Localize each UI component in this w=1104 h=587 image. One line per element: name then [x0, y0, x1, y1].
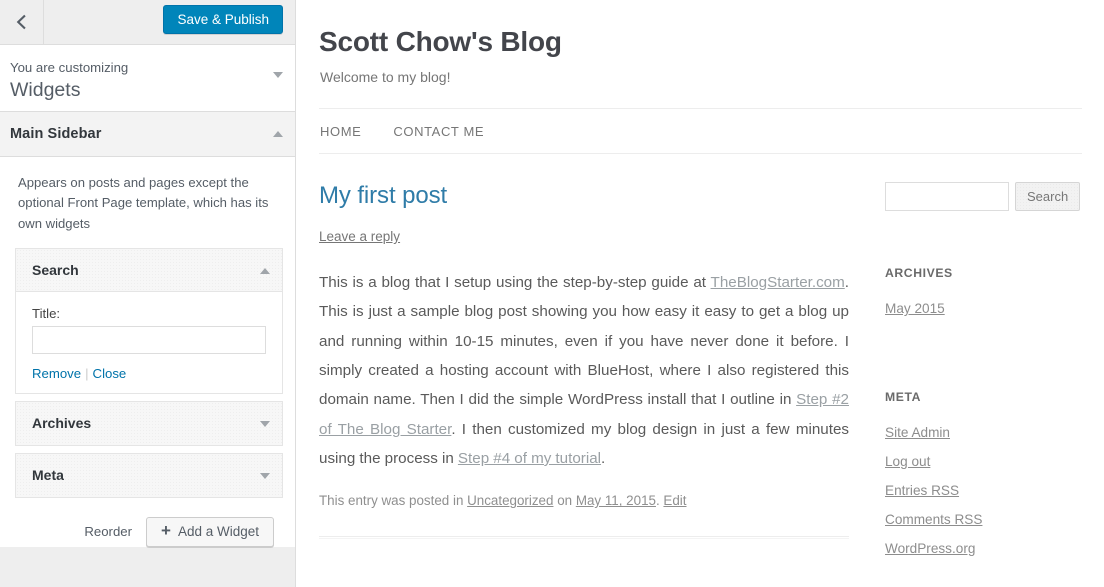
widget-search-body: Title: Remove | Close [16, 291, 282, 393]
customizer-sidebar-inner: Save & Publish You are customizing Widge… [0, 0, 295, 547]
post-text-2: . This is just a sample blog post showin… [319, 274, 849, 409]
link-step-4-of-my-tutorial[interactable]: Step #4 of my tutorial [458, 450, 601, 467]
list-item: Log out [885, 453, 1097, 471]
site-title: Scott Chow's Blog [319, 26, 562, 57]
widget-title: Archives [32, 415, 92, 432]
post-date-link[interactable]: May 11, 2015 [576, 493, 656, 508]
widget-search-header[interactable]: Search [16, 248, 282, 292]
customizer-screen: Save & Publish You are customizing Widge… [0, 0, 1104, 587]
list-item: May 2015 [885, 300, 1097, 318]
widget-title-field-label: Title: [32, 305, 61, 321]
post-divider [319, 536, 849, 540]
search-input[interactable] [885, 182, 1009, 211]
widget-remove-link[interactable]: Remove [32, 366, 81, 381]
site-preview: Scott Chow's Blog Welcome to my blog! HO… [297, 0, 1104, 587]
widget-archives: Archives [15, 400, 283, 446]
widget-actions: Remove | Close [32, 366, 266, 381]
post-meta-mid: on [553, 493, 576, 509]
post-meta-prefix: This entry was posted in [319, 493, 468, 509]
widget-meta: Meta [15, 452, 283, 498]
widget-footer-actions: Reorder + Add a Widget [12, 505, 283, 547]
section-title: Main Sidebar [10, 126, 102, 142]
content-row: My first post Leave a reply This is a bl… [297, 182, 1104, 569]
section-body: Appears on posts and pages except the op… [0, 157, 295, 547]
meta-link-log-out[interactable]: Log out [885, 454, 930, 469]
site-description: Welcome to my blog! [320, 69, 451, 85]
chevron-left-icon[interactable] [0, 0, 44, 44]
post-text-4: . [601, 449, 606, 467]
save-and-publish-button[interactable]: Save & Publish [163, 5, 283, 34]
search-button[interactable]: Search [1015, 182, 1081, 211]
list-item: Site Admin [885, 424, 1097, 442]
meta-list: Site Admin Log out Entries RSS Comments … [885, 424, 1097, 558]
post-meta: This entry was posted in Uncategorized o… [319, 493, 849, 508]
caret-down-icon[interactable] [260, 472, 270, 479]
post-category-link[interactable]: Uncategorized [467, 493, 553, 508]
sidebar-search-widget: Search [885, 182, 1097, 211]
caret-down-icon[interactable] [260, 420, 270, 427]
meta-link-wordpress-org[interactable]: WordPress.org [885, 541, 975, 556]
list-item: Comments RSS [885, 511, 1097, 529]
widget-title: Meta [32, 467, 64, 484]
post-edit-link[interactable]: Edit [663, 493, 686, 508]
link-theblogstarter[interactable]: TheBlogStarter.com [711, 274, 845, 291]
caret-up-icon[interactable] [260, 267, 270, 274]
customizing-preamble: You are customizing [10, 60, 129, 75]
add-a-widget-button[interactable]: + Add a Widget [146, 516, 274, 547]
post-title[interactable]: My first post [319, 182, 849, 210]
add-a-widget-label: Add a Widget [177, 524, 259, 540]
meta-heading: META [885, 390, 922, 404]
list-item: WordPress.org [885, 540, 1097, 558]
widget-close-link[interactable]: Close [93, 366, 127, 381]
widget-title-input[interactable] [32, 325, 266, 354]
widget-title: Search [32, 261, 79, 278]
customizer-title-block: You are customizing Widgets [0, 45, 295, 112]
post-text-1: This is a blog that I setup using the st… [319, 274, 711, 291]
leave-a-reply-link[interactable]: Leave a reply [319, 229, 400, 244]
primary-navigation: HOME CONTACT ME [319, 108, 1082, 154]
section-description: Appears on posts and pages except the op… [18, 175, 269, 231]
nav-item-contact-me[interactable]: CONTACT ME [393, 124, 484, 139]
customizer-sidebar: Save & Publish You are customizing Widge… [0, 0, 296, 587]
meta-link-entries-rss[interactable]: Entries RSS [885, 483, 959, 498]
section-header-main-sidebar[interactable]: Main Sidebar [0, 112, 295, 157]
meta-link-site-admin[interactable]: Site Admin [885, 425, 950, 440]
reorder-link[interactable]: Reorder [84, 524, 132, 539]
post-column: My first post Leave a reply This is a bl… [319, 182, 849, 569]
archives-heading: ARCHIVES [885, 266, 953, 280]
caret-up-icon[interactable] [273, 131, 283, 137]
meta-link-comments-rss[interactable]: Comments RSS [885, 512, 982, 527]
site-header: Scott Chow's Blog Welcome to my blog! [297, 0, 1104, 85]
post-body: This is a blog that I setup using the st… [319, 268, 849, 473]
chevron-down-icon[interactable] [273, 72, 283, 78]
blog-sidebar: Search ARCHIVES May 2015 META Site Admin… [885, 182, 1097, 569]
plus-icon: + [161, 521, 171, 541]
archive-link-may-2015[interactable]: May 2015 [885, 301, 945, 316]
customizer-header: Save & Publish [0, 0, 295, 45]
panel-title: Widgets [10, 79, 81, 102]
list-item: Entries RSS [885, 482, 1097, 500]
archives-list: May 2015 [885, 300, 1097, 318]
widget-meta-header[interactable]: Meta [16, 453, 282, 497]
widget-archives-header[interactable]: Archives [16, 401, 282, 445]
widget-search: Search Title: Remove | Close [15, 247, 283, 394]
nav-item-home[interactable]: HOME [320, 124, 361, 139]
widget-action-separator: | [85, 365, 89, 381]
